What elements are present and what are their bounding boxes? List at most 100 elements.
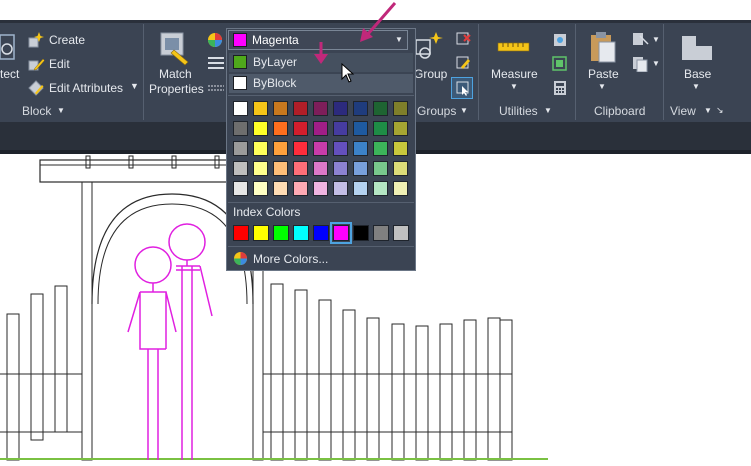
- color-cell[interactable]: [393, 141, 408, 156]
- color-cell[interactable]: [373, 181, 388, 196]
- selected-color-label[interactable]: Magenta: [252, 33, 299, 47]
- index-color-cell[interactable]: [330, 222, 352, 244]
- index-color-cell[interactable]: [293, 225, 309, 241]
- color-cell[interactable]: [293, 101, 308, 116]
- linetype-icon[interactable]: [207, 84, 225, 94]
- lineweight-icon[interactable]: [207, 56, 225, 70]
- more-colors-button[interactable]: More Colors...: [253, 252, 328, 266]
- quick-select-icon[interactable]: [551, 55, 569, 73]
- color-cell[interactable]: [333, 161, 348, 176]
- index-color-cell[interactable]: [353, 225, 369, 241]
- color-cell[interactable]: [333, 101, 348, 116]
- index-color-cell[interactable]: [313, 225, 329, 241]
- block-detect-label[interactable]: tect: [0, 67, 19, 81]
- create-block-button[interactable]: Create: [49, 33, 85, 47]
- color-cell[interactable]: [333, 181, 348, 196]
- color-cell[interactable]: [393, 121, 408, 136]
- color-cell[interactable]: [293, 141, 308, 156]
- edit-attributes-chevron-icon[interactable]: ▼: [130, 81, 139, 91]
- color-wheel-icon[interactable]: [207, 32, 223, 48]
- match-properties-line1[interactable]: Match: [159, 67, 192, 81]
- ungroup-icon[interactable]: [455, 31, 471, 47]
- color-cell[interactable]: [393, 161, 408, 176]
- color-cell[interactable]: [253, 141, 268, 156]
- color-cell[interactable]: [393, 181, 408, 196]
- color-cell[interactable]: [333, 141, 348, 156]
- color-cell[interactable]: [373, 161, 388, 176]
- cut-chevron-icon[interactable]: ▼: [652, 35, 660, 44]
- color-cell[interactable]: [313, 141, 328, 156]
- color-cell[interactable]: [253, 161, 268, 176]
- color-cell[interactable]: [353, 101, 368, 116]
- calculator-icon[interactable]: [553, 80, 567, 96]
- block-panel-title[interactable]: Block: [22, 104, 51, 118]
- copy-icon[interactable]: [632, 56, 650, 72]
- color-cell[interactable]: [233, 101, 248, 116]
- edit-attributes-icon[interactable]: [27, 79, 45, 97]
- edit-block-icon[interactable]: [27, 55, 45, 73]
- paste-button[interactable]: Paste: [588, 67, 619, 81]
- base-chevron-icon[interactable]: ▼: [692, 82, 700, 91]
- edit-attributes-button[interactable]: Edit Attributes: [49, 81, 123, 95]
- bylayer-label[interactable]: ByLayer: [253, 55, 297, 69]
- block-panel-chevron-icon[interactable]: ▼: [57, 106, 65, 115]
- color-cell[interactable]: [273, 161, 288, 176]
- color-cell[interactable]: [253, 121, 268, 136]
- group-icon[interactable]: [414, 30, 448, 64]
- color-cell[interactable]: [313, 121, 328, 136]
- color-cell[interactable]: [233, 161, 248, 176]
- color-cell[interactable]: [293, 181, 308, 196]
- view-panel-launcher-icon[interactable]: ↘: [716, 105, 724, 116]
- paste-icon[interactable]: [589, 30, 617, 64]
- color-cell[interactable]: [313, 161, 328, 176]
- index-color-cell[interactable]: [373, 225, 389, 241]
- base-button[interactable]: Base: [684, 67, 711, 81]
- groups-panel-chevron-icon[interactable]: ▼: [460, 106, 468, 115]
- color-cell[interactable]: [373, 141, 388, 156]
- utilities-panel-chevron-icon[interactable]: ▼: [544, 106, 552, 115]
- byblock-label[interactable]: ByBlock: [253, 76, 296, 90]
- index-color-cell[interactable]: [273, 225, 289, 241]
- color-cell[interactable]: [353, 161, 368, 176]
- utilities-panel-title[interactable]: Utilities: [499, 104, 538, 118]
- paste-chevron-icon[interactable]: ▼: [598, 82, 606, 91]
- color-cell[interactable]: [273, 141, 288, 156]
- groups-panel-title[interactable]: Groups: [417, 104, 456, 118]
- base-view-icon[interactable]: [681, 34, 713, 62]
- clipboard-panel-title[interactable]: Clipboard: [594, 104, 645, 118]
- measure-chevron-icon[interactable]: ▼: [510, 82, 518, 91]
- color-cell[interactable]: [233, 121, 248, 136]
- color-cell[interactable]: [313, 101, 328, 116]
- color-cell[interactable]: [233, 181, 248, 196]
- color-cell[interactable]: [373, 101, 388, 116]
- block-detect-icon[interactable]: [0, 33, 18, 63]
- view-panel-title[interactable]: View: [670, 104, 696, 118]
- color-cell[interactable]: [253, 181, 268, 196]
- color-cell[interactable]: [393, 101, 408, 116]
- match-properties-icon[interactable]: [158, 30, 192, 66]
- copy-chevron-icon[interactable]: ▼: [652, 59, 660, 68]
- color-cell[interactable]: [273, 181, 288, 196]
- id-point-icon[interactable]: [551, 31, 569, 49]
- color-cell[interactable]: [293, 161, 308, 176]
- color-cell[interactable]: [253, 101, 268, 116]
- color-cell[interactable]: [293, 121, 308, 136]
- index-color-cell[interactable]: [233, 225, 249, 241]
- group-edit-icon[interactable]: [455, 55, 471, 71]
- match-properties-line2[interactable]: Properties: [149, 82, 204, 96]
- color-cell[interactable]: [373, 121, 388, 136]
- color-cell[interactable]: [273, 101, 288, 116]
- color-cell[interactable]: [353, 121, 368, 136]
- measure-button[interactable]: Measure: [491, 67, 538, 81]
- group-selection-icon[interactable]: [455, 80, 471, 96]
- view-panel-chevron-icon[interactable]: ▼: [704, 106, 712, 115]
- index-color-cell[interactable]: [393, 225, 409, 241]
- color-cell[interactable]: [313, 181, 328, 196]
- measure-icon[interactable]: [497, 38, 531, 54]
- cut-icon[interactable]: [632, 32, 650, 48]
- index-color-cell[interactable]: [253, 225, 269, 241]
- color-cell[interactable]: [353, 181, 368, 196]
- color-cell[interactable]: [353, 141, 368, 156]
- color-cell[interactable]: [273, 121, 288, 136]
- color-cell[interactable]: [233, 141, 248, 156]
